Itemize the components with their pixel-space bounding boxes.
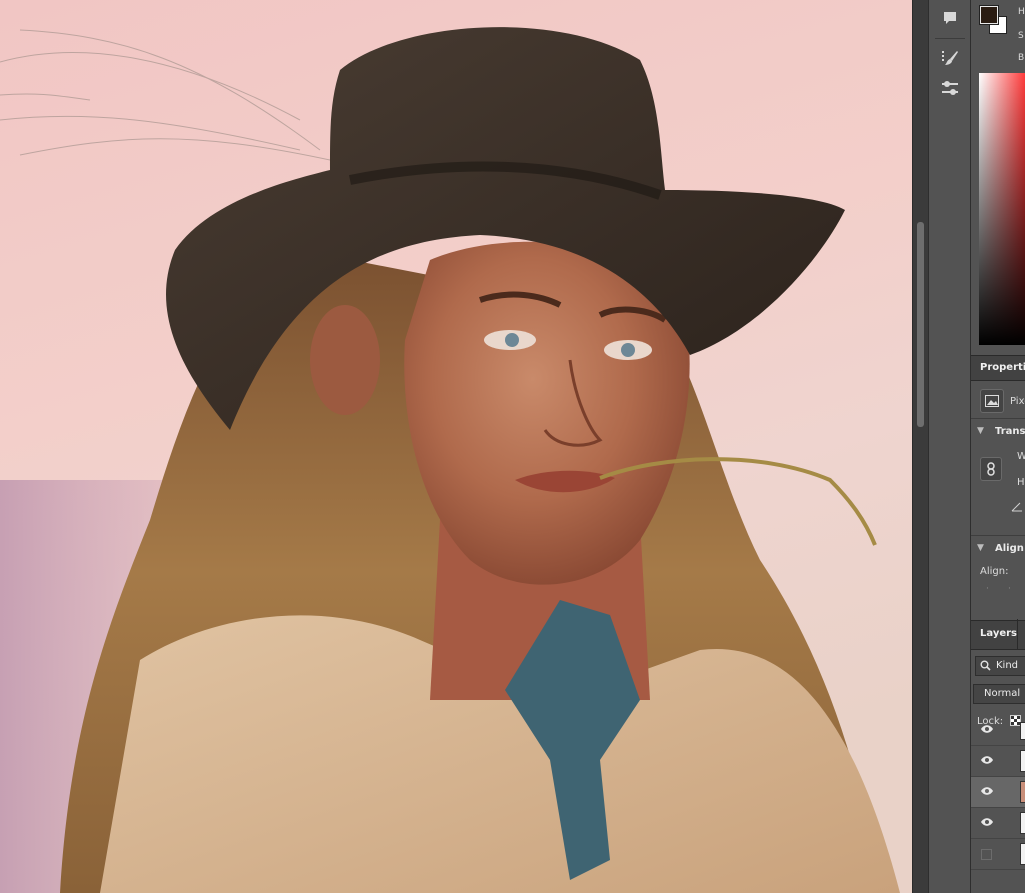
search-icon	[980, 660, 991, 674]
comment-icon[interactable]	[937, 6, 963, 30]
layer-thumbnail	[1020, 781, 1025, 803]
canvas-vertical-scrollbar[interactable]	[912, 0, 928, 893]
eye-icon[interactable]	[980, 724, 994, 737]
pixel-layer-icon	[980, 389, 1004, 413]
tab-edge	[1017, 619, 1018, 649]
layer-thumbnail	[1020, 750, 1025, 772]
adjustments-icon[interactable]	[937, 76, 963, 100]
section-divider	[971, 535, 1025, 536]
visibility-toggle-off[interactable]	[981, 849, 992, 860]
right-panel-dock: H S B Properties Pixel Layer ▼ Transform…	[970, 0, 1025, 893]
layer-thumbnail	[1020, 812, 1025, 834]
width-label: W	[1017, 451, 1025, 462]
align-label: Align:	[980, 566, 1009, 577]
eye-icon[interactable]	[980, 817, 994, 830]
blend-mode-select[interactable]: Normal	[973, 684, 1025, 704]
layer-row[interactable]	[971, 722, 1025, 746]
height-label: H	[1017, 477, 1025, 488]
strip-separator	[935, 38, 965, 39]
painting	[0, 0, 912, 893]
chevron-down-icon: ▼	[977, 543, 984, 553]
angle-icon	[1011, 502, 1023, 515]
properties-panel-tab[interactable]: Properties	[971, 355, 1025, 381]
panel-icon-strip	[928, 0, 970, 893]
layer-row-hidden[interactable]	[971, 839, 1025, 870]
layer-type-label: Pixel Layer	[1010, 396, 1025, 407]
foreground-color-swatch[interactable]	[979, 5, 999, 25]
eye-icon[interactable]	[980, 786, 994, 799]
scrollbar-thumb[interactable]	[917, 222, 924, 427]
brightness-label: B	[1018, 53, 1025, 63]
section-divider	[971, 418, 1025, 419]
layer-row[interactable]	[971, 808, 1025, 839]
chevron-down-icon: ▼	[977, 426, 984, 436]
align-dot: ·	[1008, 584, 1011, 594]
link-dimensions-icon[interactable]	[980, 457, 1002, 481]
blend-mode-value: Normal	[984, 688, 1021, 699]
layers-title: Layers	[980, 628, 1017, 639]
layer-thumbnail	[1020, 722, 1025, 740]
layer-thumbnail	[1020, 843, 1025, 865]
color-picker-field[interactable]	[979, 73, 1025, 345]
properties-title: Properties	[980, 362, 1025, 373]
brush-settings-icon[interactable]	[937, 46, 963, 70]
transform-section-title: Transform	[995, 426, 1025, 437]
saturation-label: S	[1018, 31, 1024, 41]
hue-label: H	[1018, 7, 1025, 17]
layer-row[interactable]	[971, 746, 1025, 777]
align-dot: ·	[986, 584, 989, 594]
filter-kind-label: Kind	[996, 660, 1019, 671]
align-section-title: Align and Distribute	[995, 543, 1025, 554]
layer-row-selected[interactable]	[971, 777, 1025, 808]
eye-icon[interactable]	[980, 755, 994, 768]
document-canvas[interactable]	[0, 0, 912, 893]
